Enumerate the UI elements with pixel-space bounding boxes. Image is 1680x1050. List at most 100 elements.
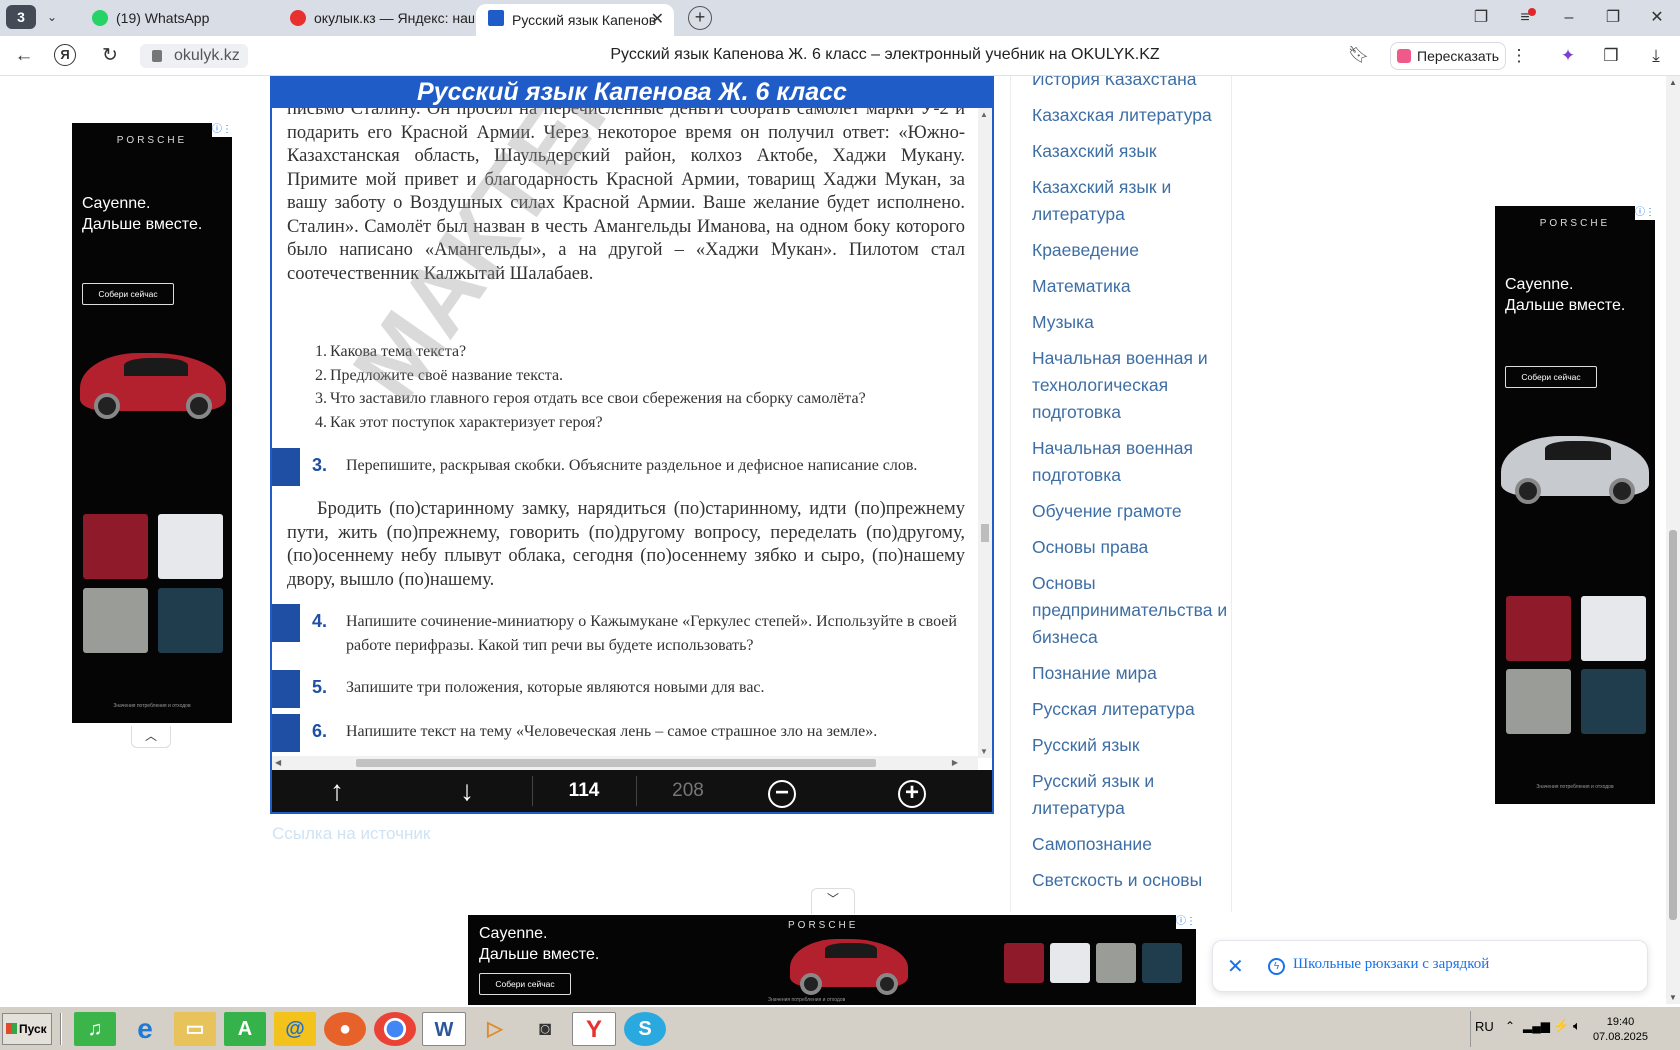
ad-banner-right[interactable]: ⓘ⋮ PORSCHE Cayenne. Дальше вместе. Собер… <box>1495 206 1655 804</box>
internet-explorer-icon[interactable]: e <box>124 1012 166 1046</box>
downloads-icon[interactable]: ⤓ <box>1645 45 1667 67</box>
reload-icon[interactable]: ↻ <box>98 44 122 68</box>
ad-cta-button[interactable]: Собери сейчас <box>1505 366 1597 388</box>
subject-link[interactable]: Русский язык <box>1032 732 1228 759</box>
language-indicator[interactable]: RU <box>1475 1019 1494 1034</box>
scroll-right-icon[interactable]: ▶ <box>952 758 958 767</box>
tray-expand-icon[interactable]: ⌃ <box>1505 1019 1515 1033</box>
scroll-left-icon[interactable]: ◀ <box>275 758 281 767</box>
ad-collapse-chevron-icon[interactable]: ︿ <box>131 726 171 748</box>
more-vertical-icon[interactable]: ⋮ <box>1508 45 1530 67</box>
power-icon[interactable]: ⚡ <box>1553 1018 1569 1034</box>
subject-link[interactable]: Светскость и основы <box>1032 867 1228 894</box>
ad-slogan-line1: Cayenne. <box>82 195 151 212</box>
media-player-icon[interactable]: ▷ <box>474 1012 516 1046</box>
mail-icon[interactable]: @ <box>274 1012 316 1046</box>
zoom-out-button[interactable]: − <box>752 770 812 812</box>
ad-cta-button[interactable]: Собери сейчас <box>479 973 571 995</box>
subject-link[interactable]: Начальная военная и технологическая подг… <box>1032 345 1228 426</box>
subject-link[interactable]: История Казахстана <box>1032 76 1228 93</box>
subjects-sidebar: История Казахстана Казахская литература Ка… <box>1010 76 1232 912</box>
yandex-browser-icon[interactable]: Y <box>572 1012 616 1046</box>
scroll-up-icon[interactable]: ▲ <box>980 110 988 119</box>
folder-icon[interactable]: ▭ <box>174 1012 216 1046</box>
volume-icon[interactable]: 🔈︎ <box>1573 1018 1581 1034</box>
subject-link[interactable]: Математика <box>1032 273 1228 300</box>
book-vertical-scrollbar[interactable]: ▲ ▼ <box>978 108 992 758</box>
subject-link[interactable]: Самопознание <box>1032 831 1228 858</box>
current-page-input[interactable]: 114 <box>534 770 634 812</box>
reading-list-icon[interactable]: ❐ <box>1466 6 1496 30</box>
source-link[interactable]: Ссылка на источник <box>272 824 430 844</box>
suggestion-notification[interactable]: ✕ ϟ Школьные рюкзаки с зарядкой <box>1212 940 1648 992</box>
network-icon[interactable]: ▂▄▆ <box>1523 1019 1550 1033</box>
new-tab-button[interactable]: + <box>688 6 712 30</box>
lock-icon <box>152 50 162 62</box>
scroll-thumb[interactable] <box>356 759 876 767</box>
notification-text[interactable]: Школьные рюкзаки с зарядкой <box>1293 956 1489 973</box>
next-page-arrow-icon[interactable]: ↓ <box>422 770 512 812</box>
camera-icon[interactable]: ◙ <box>524 1012 566 1046</box>
subject-link[interactable]: Основы права <box>1032 534 1228 561</box>
subject-link[interactable]: Музыка <box>1032 309 1228 336</box>
chrome-icon[interactable] <box>374 1012 416 1046</box>
clock[interactable]: 19:40 07.08.2025 <box>1593 1015 1648 1045</box>
subject-link[interactable]: Казахский язык <box>1032 138 1228 165</box>
subject-link[interactable]: Основы предпринимательства и бизнеса <box>1032 570 1228 651</box>
scroll-thumb[interactable] <box>981 524 989 542</box>
page-title[interactable]: Русский язык Капенова Ж. 6 класс – элект… <box>420 46 1350 64</box>
firefox-icon[interactable]: ● <box>324 1012 366 1046</box>
subject-link[interactable]: Краеведение <box>1032 237 1228 264</box>
restore-icon[interactable]: ❐ <box>1598 6 1628 30</box>
subjects-list: История Казахстана Казахская литература Ка… <box>1032 76 1228 903</box>
extension-icon[interactable]: ✦ <box>1557 45 1579 67</box>
book-controls: ↑ ↓ 114 208 − + <box>272 770 992 812</box>
page-scrollbar[interactable]: ▲ ▼ <box>1666 76 1680 1004</box>
close-icon[interactable]: ✕ <box>1227 954 1244 979</box>
ad-expand-chevron-icon[interactable]: ﹀ <box>811 888 855 914</box>
url-field[interactable]: okulyk.kz <box>140 44 248 68</box>
scroll-down-icon[interactable]: ▼ <box>980 747 988 756</box>
music-app-icon[interactable]: ♫ <box>74 1012 116 1046</box>
subject-link[interactable]: Казахский язык и литература <box>1032 174 1228 228</box>
tab-okulyk-active[interactable]: Русский язык Капенов ✕ <box>476 4 674 36</box>
scroll-up-icon[interactable]: ▲ <box>1669 78 1677 87</box>
minimize-icon[interactable]: – <box>1554 6 1584 30</box>
skype-icon[interactable]: S <box>624 1012 666 1046</box>
tab-count-badge[interactable]: 3 <box>6 5 36 29</box>
word-icon[interactable]: W <box>422 1012 466 1046</box>
color-swatch <box>158 588 223 653</box>
subject-link[interactable]: Обучение грамоте <box>1032 498 1228 525</box>
ad-cta-button[interactable]: Собери сейчас <box>82 283 174 305</box>
start-button[interactable]: Пуск <box>2 1013 52 1045</box>
adchoices-icon[interactable]: ⓘ⋮ <box>1176 915 1196 929</box>
tab-list-chevron-icon[interactable]: ⌄ <box>38 5 66 29</box>
ad-banner-bottom[interactable]: ⓘ⋮ Cayenne. Дальше вместе. Собери сейчас… <box>468 915 1196 1005</box>
previous-page-arrow-icon[interactable]: ↑ <box>292 770 382 812</box>
bookmark-icon[interactable]: 🔖︎ <box>1348 45 1370 65</box>
scroll-down-icon[interactable]: ▼ <box>1669 993 1677 1002</box>
subject-link[interactable]: Начальная военная подготовка <box>1032 435 1228 489</box>
android-icon[interactable]: A <box>224 1012 266 1046</box>
question-item: 4. Как этот поступок характеризует героя? <box>315 413 603 431</box>
book-page[interactable]: письмо Сталину. Он просил на перечисленн… <box>272 108 978 756</box>
back-arrow-icon[interactable]: ← <box>12 44 36 68</box>
subject-link[interactable]: Познание мира <box>1032 660 1228 687</box>
tab-yandex-search[interactable]: окулык.кз — Яндекс: наш <box>278 4 474 32</box>
scroll-thumb[interactable] <box>1669 530 1677 920</box>
ad-slogan-line2: Дальше вместе. <box>479 946 600 963</box>
tab-whatsapp[interactable]: (19) WhatsApp <box>80 4 276 32</box>
yandex-logo-icon[interactable]: Я <box>54 44 76 66</box>
subject-link[interactable]: Казахская литература <box>1032 102 1228 129</box>
collections-icon[interactable]: ❒ <box>1600 45 1622 67</box>
zoom-in-button[interactable]: + <box>882 770 942 812</box>
ad-banner-left[interactable]: ⓘ⋮ PORSCHE Cayenne. Дальше вместе. Собер… <box>72 123 232 723</box>
subject-link[interactable]: Русский язык и литература <box>1032 768 1228 822</box>
book-horizontal-scrollbar[interactable]: ◀ ▶ <box>272 756 978 770</box>
close-window-icon[interactable]: ✕ <box>1642 6 1672 30</box>
close-tab-icon[interactable]: ✕ <box>651 9 664 29</box>
lightning-icon: ϟ <box>1268 958 1285 975</box>
subject-link[interactable]: Русская литература <box>1032 696 1228 723</box>
zoom-in-icon: + <box>898 780 926 808</box>
retell-button[interactable]: Пересказать <box>1390 42 1506 70</box>
